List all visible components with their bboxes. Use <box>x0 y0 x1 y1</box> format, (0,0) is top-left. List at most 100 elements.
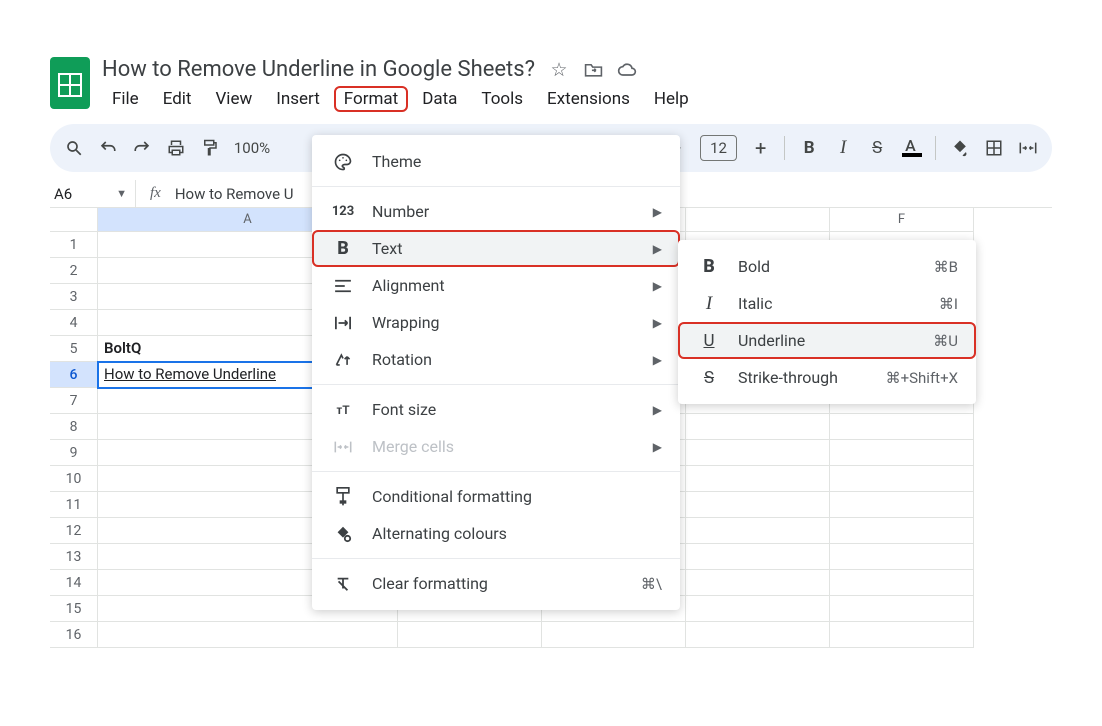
row-header[interactable]: 14 <box>50 570 98 596</box>
cell[interactable] <box>542 622 686 648</box>
row-header[interactable]: 4 <box>50 310 98 336</box>
text-bold[interactable]: B Bold ⌘B <box>678 248 976 285</box>
font-size-increase[interactable]: + <box>751 136 770 160</box>
search-icon[interactable] <box>64 137 84 159</box>
row-header[interactable]: 5 <box>50 336 98 362</box>
format-number[interactable]: 123 Number ▶ <box>312 193 680 230</box>
select-all-corner[interactable] <box>50 208 98 232</box>
text-underline[interactable]: U Underline ⌘U <box>678 322 976 359</box>
shortcut-label: ⌘+Shift+X <box>886 369 958 387</box>
cell[interactable] <box>686 440 830 466</box>
cell[interactable] <box>830 570 974 596</box>
menu-file[interactable]: File <box>102 86 149 112</box>
cell[interactable] <box>686 544 830 570</box>
format-theme[interactable]: Theme <box>312 143 680 180</box>
strikethrough-button[interactable]: S <box>867 138 887 158</box>
menu-label: Italic <box>738 294 772 313</box>
row-header[interactable]: 7 <box>50 388 98 414</box>
shortcut-label: ⌘\ <box>641 575 662 593</box>
row-header[interactable]: 1 <box>50 232 98 258</box>
menu-extensions[interactable]: Extensions <box>537 86 640 112</box>
menu-format[interactable]: Format <box>334 86 408 112</box>
cell[interactable] <box>398 622 542 648</box>
menu-insert[interactable]: Insert <box>266 86 330 112</box>
cell[interactable] <box>830 596 974 622</box>
format-alternating-colours[interactable]: Alternating colours <box>312 515 680 552</box>
formula-input[interactable]: How to Remove U <box>175 185 294 203</box>
cell[interactable] <box>686 518 830 544</box>
move-icon[interactable] <box>583 60 603 80</box>
borders-button[interactable] <box>984 137 1004 159</box>
paint-format-icon[interactable] <box>200 137 220 159</box>
cell[interactable] <box>830 518 974 544</box>
menu-label: Merge cells <box>372 437 454 456</box>
text-strikethrough[interactable]: S Strike-through ⌘+Shift+X <box>678 359 976 396</box>
menu-label: Conditional formatting <box>372 487 532 506</box>
cell[interactable] <box>686 414 830 440</box>
cell[interactable] <box>686 492 830 518</box>
column-header[interactable] <box>686 208 830 232</box>
cell[interactable] <box>830 492 974 518</box>
row-header[interactable]: 15 <box>50 596 98 622</box>
cell[interactable] <box>686 466 830 492</box>
cell[interactable] <box>830 544 974 570</box>
row-header[interactable]: 12 <box>50 518 98 544</box>
merge-button[interactable] <box>1018 137 1038 159</box>
row-header[interactable]: 6 <box>50 362 98 388</box>
row-header[interactable]: 9 <box>50 440 98 466</box>
undo-icon[interactable] <box>98 137 118 159</box>
text-color-button[interactable] <box>901 137 921 159</box>
star-icon[interactable]: ☆ <box>549 60 569 80</box>
menu-label: Font size <box>372 400 436 419</box>
format-wrapping[interactable]: Wrapping ▶ <box>312 304 680 341</box>
number-icon: 123 <box>332 204 354 219</box>
row-header[interactable]: 13 <box>50 544 98 570</box>
name-box[interactable]: A6 ▼ <box>50 180 136 207</box>
italic-button[interactable]: I <box>833 137 853 159</box>
menu-help[interactable]: Help <box>644 86 699 112</box>
format-text[interactable]: B Text ▶ <box>312 230 680 267</box>
sheets-logo[interactable] <box>50 57 90 109</box>
menu-data[interactable]: Data <box>412 86 467 112</box>
print-icon[interactable] <box>166 137 186 159</box>
format-rotation[interactable]: Rotation ▶ <box>312 341 680 378</box>
menu-label: Bold <box>738 257 770 276</box>
wrap-icon <box>332 315 354 331</box>
cell[interactable] <box>686 622 830 648</box>
format-conditional[interactable]: Conditional formatting <box>312 478 680 515</box>
row-header[interactable]: 16 <box>50 622 98 648</box>
menu-tools[interactable]: Tools <box>471 86 533 112</box>
chevron-down-icon: ▼ <box>116 187 127 200</box>
row-header[interactable]: 10 <box>50 466 98 492</box>
cell[interactable] <box>830 466 974 492</box>
bold-button[interactable]: B <box>799 138 819 158</box>
redo-icon[interactable] <box>132 137 152 159</box>
cell[interactable] <box>98 622 398 648</box>
menu-edit[interactable]: Edit <box>153 86 202 112</box>
cell[interactable] <box>830 414 974 440</box>
shortcut-label: ⌘U <box>933 332 958 350</box>
cell[interactable] <box>830 440 974 466</box>
font-size-input[interactable]: 12 <box>700 135 737 161</box>
cell[interactable] <box>686 596 830 622</box>
chevron-right-icon: ▶ <box>653 316 662 330</box>
zoom-level[interactable]: 100% <box>234 139 270 157</box>
format-alignment[interactable]: Alignment ▶ <box>312 267 680 304</box>
cell[interactable] <box>686 570 830 596</box>
row-header[interactable]: 2 <box>50 258 98 284</box>
row-header[interactable]: 8 <box>50 414 98 440</box>
row-header[interactable]: 11 <box>50 492 98 518</box>
fill-color-button[interactable] <box>950 137 970 159</box>
menu-view[interactable]: View <box>205 86 262 112</box>
text-italic[interactable]: I Italic ⌘I <box>678 285 976 322</box>
format-clear[interactable]: Clear formatting ⌘\ <box>312 565 680 602</box>
row-header[interactable]: 3 <box>50 284 98 310</box>
menu-label: Rotation <box>372 350 432 369</box>
column-header-f[interactable]: F <box>830 208 974 232</box>
cell[interactable] <box>830 622 974 648</box>
format-font-size[interactable]: ᴛT Font size ▶ <box>312 391 680 428</box>
fx-icon: fx <box>136 185 175 202</box>
menu-label: Clear formatting <box>372 574 488 593</box>
cloud-status-icon[interactable] <box>617 60 637 80</box>
document-title[interactable]: How to Remove Underline in Google Sheets… <box>102 57 535 82</box>
